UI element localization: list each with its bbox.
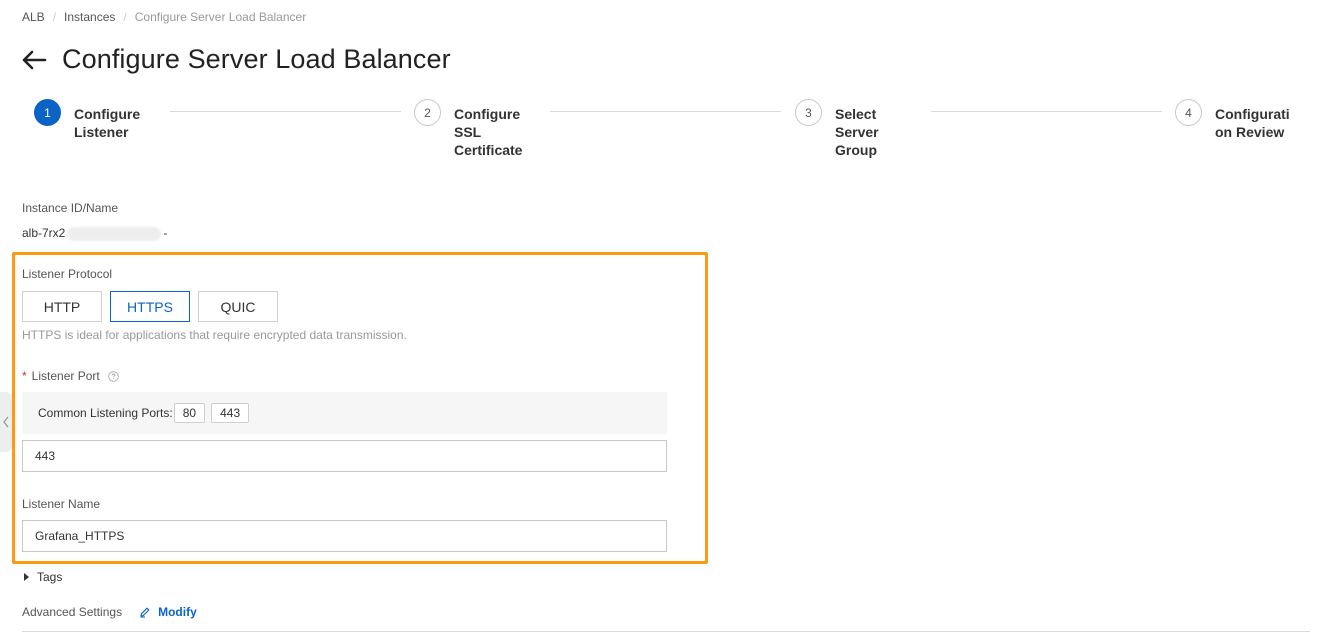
step-label: Configure SSL Certificate xyxy=(454,106,523,158)
step-select-server-group: 3 Select Server Group xyxy=(795,99,879,159)
tags-toggle[interactable]: Tags xyxy=(22,570,62,584)
section-divider xyxy=(22,631,1310,632)
port-chip-80[interactable]: 80 xyxy=(173,403,206,423)
step-connector xyxy=(931,111,1162,112)
listener-name-input[interactable]: Grafana_HTTPS xyxy=(22,520,667,552)
protocol-http-button[interactable]: HTTP xyxy=(22,291,102,322)
caret-right-icon xyxy=(24,573,29,581)
step-configure-listener: 1 Configure Listener xyxy=(34,99,140,141)
redacted-text xyxy=(67,226,162,241)
step-label: Select Server Group xyxy=(835,106,879,158)
breadcrumb-alb[interactable]: ALB xyxy=(22,10,45,24)
instance-id-label: Instance ID/Name xyxy=(22,201,119,215)
step-number: 4 xyxy=(1175,99,1202,126)
sidebar-collapse-handle[interactable] xyxy=(0,392,12,452)
listener-name-label: Listener Name xyxy=(22,497,101,511)
common-ports-label: Common Listening Ports: xyxy=(38,406,173,420)
breadcrumb: ALB / Instances / Configure Server Load … xyxy=(22,10,306,24)
breadcrumb-separator: / xyxy=(52,10,57,24)
edit-icon xyxy=(139,606,151,618)
required-mark: * xyxy=(22,369,27,383)
step-number: 2 xyxy=(414,99,441,126)
step-label: Configure Listener xyxy=(74,106,141,140)
instance-id-value: alb-7rx2- xyxy=(22,226,168,241)
listener-port-input[interactable]: 443 xyxy=(22,440,667,472)
port-chip-443[interactable]: 443 xyxy=(211,403,250,423)
listener-protocol-selector: HTTP HTTPS QUIC xyxy=(22,291,278,322)
common-ports-panel: Common Listening Ports: 80 443 xyxy=(22,392,667,434)
breadcrumb-instances[interactable]: Instances xyxy=(64,10,115,24)
step-configuration-review: 4 Configurati on Review xyxy=(1175,99,1290,141)
step-label: Configurati on Review xyxy=(1215,106,1290,140)
chevron-left-icon xyxy=(3,416,9,428)
advanced-settings-label: Advanced Settings xyxy=(22,605,123,619)
step-number: 3 xyxy=(795,99,822,126)
page-header: Configure Server Load Balancer xyxy=(20,44,451,75)
advanced-settings-row: Advanced Settings Modify xyxy=(22,605,197,619)
protocol-quic-button[interactable]: QUIC xyxy=(198,291,278,322)
page-title: Configure Server Load Balancer xyxy=(62,44,451,74)
tags-label: Tags xyxy=(37,570,63,584)
step-connector xyxy=(550,111,781,112)
back-arrow-icon[interactable] xyxy=(20,46,48,74)
help-icon[interactable] xyxy=(107,370,119,382)
modify-advanced-settings-link[interactable]: Modify xyxy=(139,605,197,619)
breadcrumb-separator: / xyxy=(123,10,127,24)
protocol-https-button[interactable]: HTTPS xyxy=(110,291,190,322)
wizard-steps: 1 Configure Listener 2 Configure SSL Cer… xyxy=(34,99,1330,169)
listener-port-label: * Listener Port xyxy=(22,369,119,383)
step-configure-ssl-certificate: 2 Configure SSL Certificate xyxy=(414,99,522,159)
breadcrumb-current: Configure Server Load Balancer xyxy=(134,10,307,24)
step-connector xyxy=(170,111,401,112)
step-number: 1 xyxy=(34,99,61,126)
listener-protocol-label: Listener Protocol xyxy=(22,267,113,281)
protocol-hint: HTTPS is ideal for applications that req… xyxy=(22,328,407,342)
